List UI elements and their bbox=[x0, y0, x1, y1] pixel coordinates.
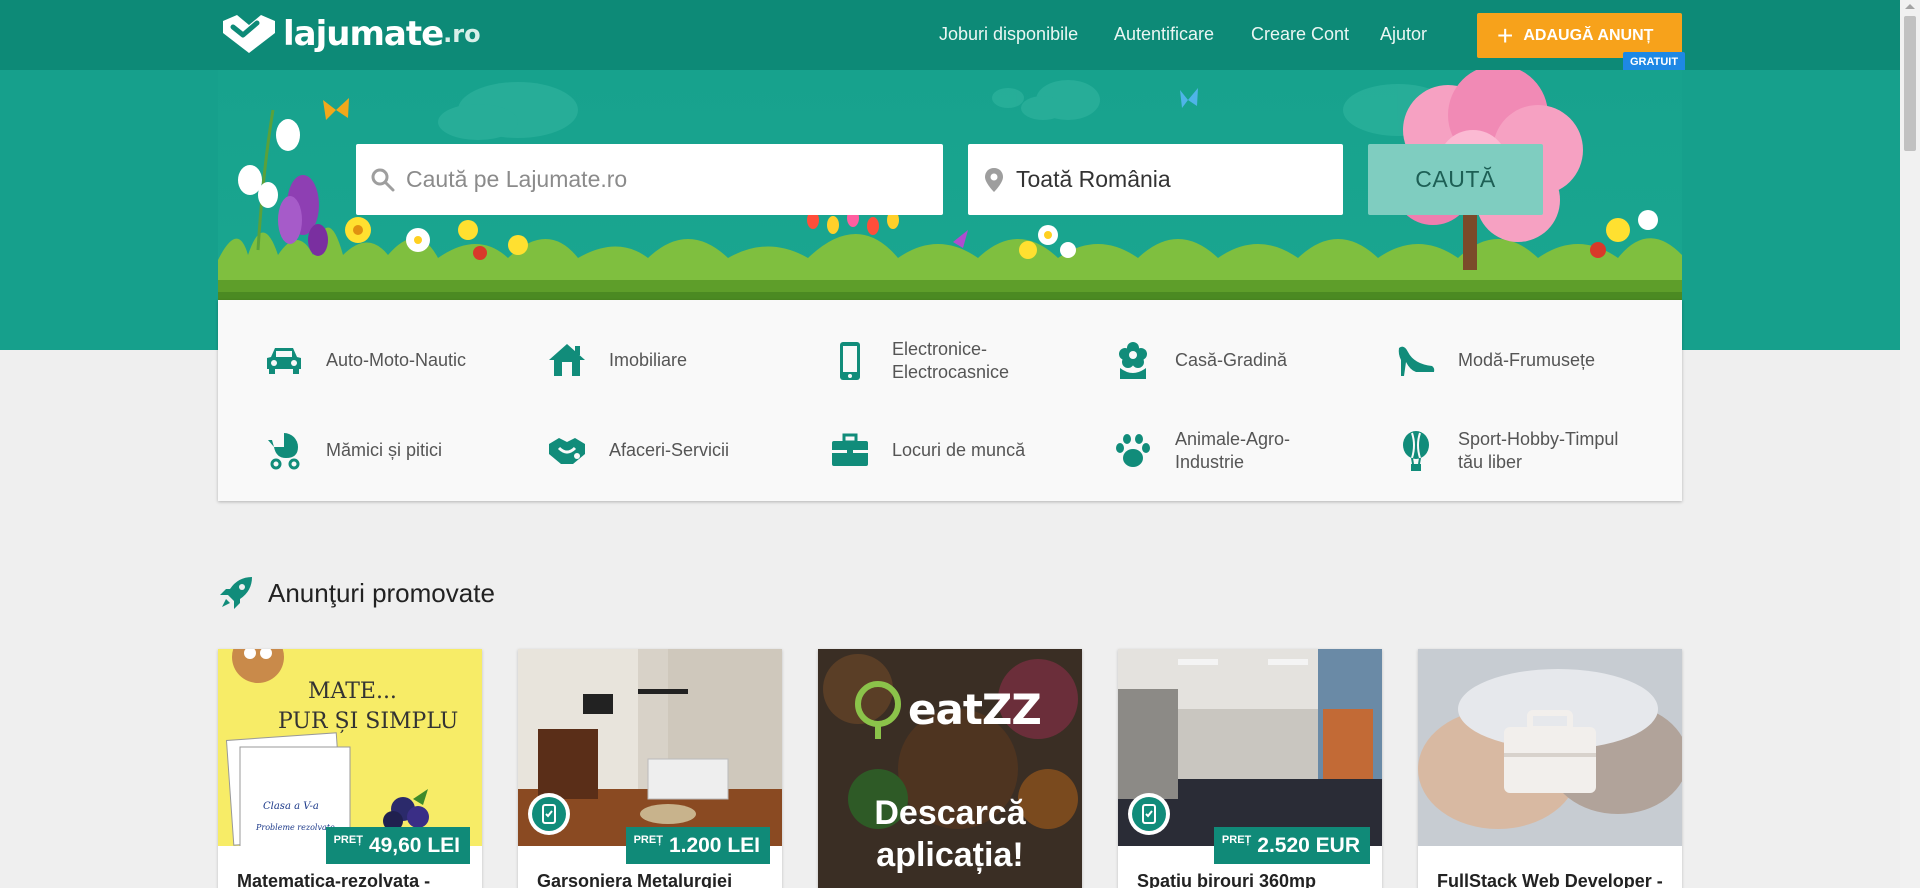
location-value: Toată România bbox=[1016, 166, 1171, 192]
nav-jobs-link[interactable]: Joburi disponibile bbox=[939, 24, 1078, 45]
price-value: 49,60 LEI bbox=[368, 833, 460, 857]
category-sport-hobby[interactable]: Sport-Hobby-Timpul tău liber bbox=[1394, 428, 1654, 474]
handshake-icon bbox=[545, 428, 589, 472]
section-title: Anunţuri promovate bbox=[268, 577, 495, 608]
price-tag: PREȚ 49,60 LEI bbox=[325, 827, 470, 864]
search-input[interactable] bbox=[406, 166, 926, 193]
nav-login-link[interactable]: Autentificare bbox=[1114, 24, 1214, 45]
category-animale-agro[interactable]: Animale-Agro-Industrie bbox=[1111, 428, 1371, 474]
promoted-card-ad[interactable]: eatZZ Descarcă aplicația! bbox=[818, 649, 1082, 888]
ad-brand-text: eatZZ bbox=[908, 685, 1042, 734]
stroller-icon bbox=[262, 428, 306, 472]
promoted-card[interactable]: PREȚ 1.200 LEI Garsoniera Metalurgiei bbox=[518, 649, 782, 888]
category-label: Mămici și pitici bbox=[326, 439, 443, 460]
logo-tld: .ro bbox=[443, 20, 481, 48]
scroll-up-arrow-icon[interactable] bbox=[1905, 4, 1915, 9]
ad-image: eatZZ Descarcă aplicația! bbox=[818, 649, 1082, 888]
logo[interactable]: lajumate .ro bbox=[217, 12, 481, 56]
price-label: PREȚ bbox=[633, 833, 663, 846]
category-moda-frumusete[interactable]: Modă-Frumusețe bbox=[1394, 338, 1654, 382]
mobile-badge bbox=[528, 793, 570, 835]
category-label: Casă-Gradină bbox=[1175, 349, 1288, 370]
map-pin-icon bbox=[985, 167, 1003, 192]
category-casa-gradina[interactable]: Casă-Gradină bbox=[1111, 338, 1371, 382]
plus-icon: + bbox=[1497, 19, 1514, 51]
promoted-card[interactable]: PREȚ 2.520 EUR Spatiu birouri 360mp bbox=[1118, 649, 1382, 888]
listing-image: MATE... PUR ȘI SIMPLU Clasa a V-a Proble… bbox=[218, 649, 482, 846]
logo-heart-icon bbox=[223, 15, 275, 53]
category-label: Modă-Frumusețe bbox=[1458, 349, 1596, 370]
category-afaceri-servicii[interactable]: Afaceri-Servicii bbox=[545, 428, 805, 472]
nav-register-link[interactable]: Creare Cont bbox=[1251, 24, 1349, 45]
promoted-card[interactable]: MATE... PUR ȘI SIMPLU Clasa a V-a Proble… bbox=[218, 649, 482, 888]
phone-check-icon bbox=[542, 804, 556, 824]
listing-title[interactable]: Garsoniera Metalurgiei bbox=[537, 871, 732, 888]
listing-title[interactable]: Matematica-rezolvata - bbox=[237, 871, 430, 888]
high-heel-icon bbox=[1394, 338, 1438, 382]
book-title-line-2: PUR ȘI SIMPLU bbox=[278, 709, 459, 734]
add-listing-label: ADAUGĂ ANUNȚ bbox=[1523, 26, 1654, 44]
flower-icon bbox=[1111, 338, 1155, 382]
category-label: Electronice-Electrocasnice bbox=[892, 339, 1010, 382]
category-mamici-pitici[interactable]: Mămici și pitici bbox=[262, 428, 522, 472]
ad-headline-2: aplicația! bbox=[876, 836, 1024, 874]
category-imobiliare[interactable]: Imobiliare bbox=[545, 338, 805, 382]
page-scrollbar[interactable] bbox=[1900, 0, 1920, 888]
category-label: Imobiliare bbox=[609, 349, 688, 370]
logo-text: lajumate bbox=[283, 14, 444, 54]
price-label: PREȚ bbox=[1221, 833, 1252, 846]
rocket-icon bbox=[220, 577, 252, 609]
house-icon bbox=[545, 338, 589, 382]
category-label: Sport-Hobby-Timpul tău liber bbox=[1458, 429, 1619, 472]
category-label: Animale-Agro-Industrie bbox=[1175, 429, 1291, 472]
mobile-badge bbox=[1128, 793, 1170, 835]
listing-title[interactable]: FullStack Web Developer - bbox=[1437, 871, 1663, 888]
price-value: 2.520 EUR bbox=[1257, 833, 1360, 857]
category-locuri-de-munca[interactable]: Locuri de muncă bbox=[828, 428, 1088, 472]
listing-image bbox=[1418, 649, 1682, 846]
price-label: PREȚ bbox=[333, 833, 363, 846]
category-auto-moto-nautic[interactable]: Auto-Moto-Nautic bbox=[262, 338, 522, 382]
location-field[interactable]: Toată România bbox=[968, 144, 1343, 215]
nav-help-link[interactable]: Ajutor bbox=[1380, 24, 1427, 45]
scrollbar-thumb[interactable] bbox=[1904, 16, 1916, 151]
top-bar: lajumate .ro Joburi disponibile Autentifi… bbox=[0, 0, 1900, 72]
book-subtitle-2: Probleme rezolvate bbox=[256, 823, 335, 832]
category-label: Afaceri-Servicii bbox=[609, 439, 730, 460]
price-tag: PREȚ 2.520 EUR bbox=[1213, 827, 1370, 864]
book-title-line-1: MATE... bbox=[308, 679, 397, 704]
search-button[interactable]: CAUTĂ bbox=[1368, 144, 1543, 215]
listing-title[interactable]: Spatiu birouri 360mp bbox=[1137, 871, 1316, 888]
paw-icon bbox=[1111, 429, 1155, 473]
phone-check-icon bbox=[1142, 804, 1156, 824]
category-electronice[interactable]: Electronice-Electrocasnice bbox=[828, 338, 1088, 384]
search-field[interactable] bbox=[356, 144, 943, 215]
price-value: 1.200 LEI bbox=[668, 833, 760, 857]
category-label: Auto-Moto-Nautic bbox=[326, 349, 467, 370]
hero-banner: Toată România CAUTĂ bbox=[218, 70, 1682, 300]
ad-headline-1: Descarcă bbox=[874, 794, 1026, 832]
promoted-section-header: Anunţuri promovate bbox=[218, 575, 495, 611]
promoted-card[interactable]: FullStack Web Developer - bbox=[1418, 649, 1682, 888]
free-badge: GRATUIT bbox=[1623, 52, 1686, 72]
book-subtitle-1: Clasa a V-a bbox=[263, 801, 319, 812]
category-grid: Auto-Moto-Nautic Imobiliare Electronice-… bbox=[218, 300, 1682, 501]
category-label: Locuri de muncă bbox=[892, 439, 1026, 460]
phone-icon bbox=[828, 339, 872, 383]
price-tag: PREȚ 1.200 LEI bbox=[625, 827, 770, 864]
balloon-icon bbox=[1394, 429, 1438, 473]
search-icon bbox=[371, 168, 395, 191]
briefcase-icon bbox=[828, 428, 872, 472]
car-icon bbox=[262, 338, 306, 382]
